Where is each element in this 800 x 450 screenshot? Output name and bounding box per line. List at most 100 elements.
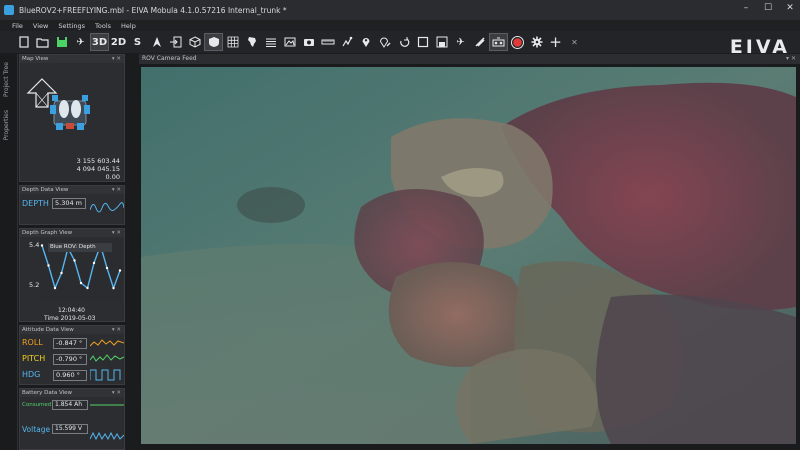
cube-icon <box>189 36 200 48</box>
menu-bar: File View Settings Tools Help <box>0 20 800 31</box>
edit-waypoint-button[interactable] <box>375 33 394 51</box>
height-value: 0.00 <box>105 173 120 181</box>
maximize-button[interactable]: ☐ <box>762 3 774 13</box>
close-window-button[interactable]: ✕ <box>784 3 796 13</box>
rov-model-icon[interactable] <box>48 93 92 135</box>
menu-file[interactable]: File <box>12 22 23 30</box>
panel-header: Attitude Data View ▾ ✕ <box>20 326 124 334</box>
title-bar: BlueROV2+FREEFLYING.mbl - EIVA Mobula 4.… <box>0 0 800 20</box>
attitude-sparklines <box>90 339 124 381</box>
graph-date-label: Time 2019-05-03 <box>44 315 96 322</box>
depth-data-point <box>79 281 83 285</box>
square-icon <box>417 36 428 48</box>
roll-label: ROLL <box>22 338 43 347</box>
pin-icon[interactable]: ▾ ✕ <box>112 186 121 194</box>
y-axis-top-label: 5.4 <box>29 241 40 249</box>
depth-data-point <box>92 261 96 265</box>
menu-help[interactable]: Help <box>121 22 136 30</box>
camera-feed-video[interactable] <box>141 67 796 444</box>
new-icon <box>18 36 29 48</box>
panel-header: Depth Data View ▾ ✕ <box>20 186 124 194</box>
flight-button[interactable]: ✈ <box>451 33 470 51</box>
menu-tools[interactable]: Tools <box>95 22 111 30</box>
rov-button[interactable] <box>489 33 508 51</box>
voltage-value: 15.599 V <box>52 424 88 434</box>
new-project-button[interactable] <box>14 33 33 51</box>
grid-icon <box>227 36 238 48</box>
camera-icon <box>303 39 314 46</box>
store-button[interactable] <box>432 33 451 51</box>
record-icon <box>511 35 524 49</box>
drone-icon <box>474 37 485 47</box>
import-button[interactable] <box>166 33 185 51</box>
gear-icon <box>531 36 542 48</box>
view-s-button[interactable]: S <box>128 33 147 51</box>
image-icon <box>284 37 295 47</box>
menu-view[interactable]: View <box>33 22 48 30</box>
pin-icon[interactable]: ▾ ✕ <box>786 54 796 64</box>
open-button[interactable] <box>33 33 52 51</box>
panel-title: ROV Camera Feed <box>142 55 197 62</box>
panel-title: Depth Graph View <box>22 230 73 236</box>
frame-button[interactable] <box>413 33 432 51</box>
panel-title: Attitude Data View <box>22 327 74 333</box>
camera-feed-panel: ROV Camera Feed ▾ ✕ <box>139 54 800 450</box>
panel-title: Depth Data View <box>22 187 69 193</box>
location-pin-icon <box>362 38 369 47</box>
drone-button[interactable] <box>470 33 489 51</box>
pin-icon[interactable]: ▾ ✕ <box>112 389 121 397</box>
add-waypoint-button[interactable] <box>356 33 375 51</box>
open-folder-icon <box>36 38 49 48</box>
attitude-data-panel: Attitude Data View ▾ ✕ ROLL -0.847 ° PIT… <box>19 325 125 385</box>
depth-value: 5.304 m <box>52 198 86 209</box>
battery-sparklines <box>90 404 124 441</box>
battery-data-panel: Battery Data View ▾ ✕ Consumed 1.854 Ah … <box>19 388 125 450</box>
pin-icon[interactable]: ▾ ✕ <box>112 229 121 237</box>
settings-plane-button[interactable]: ✈ <box>71 33 90 51</box>
underwater-scene-image <box>141 67 796 444</box>
record-button[interactable] <box>508 33 527 51</box>
add-button[interactable]: + <box>546 33 565 51</box>
pin-icon[interactable]: ▾ ✕ <box>112 55 121 63</box>
depth-graph-legend: Blue ROV: Depth <box>48 243 112 252</box>
graph-time-label: 12:04:40 <box>58 307 85 314</box>
menu-settings[interactable]: Settings <box>58 22 85 30</box>
panel-header: Map View ▾ ✕ <box>20 55 124 63</box>
layers-button[interactable] <box>204 33 223 51</box>
map-view-panel: Map View ▾ ✕ 3 155 603.44 4 094 045.15 0… <box>19 54 125 182</box>
cube-button[interactable] <box>185 33 204 51</box>
heading-value: 0.960 ° <box>53 370 87 381</box>
pitch-label: PITCH <box>22 354 46 363</box>
snapshot-button[interactable] <box>299 33 318 51</box>
map-region-button[interactable] <box>242 33 261 51</box>
shield-layers-icon <box>208 37 219 47</box>
image-button[interactable] <box>280 33 299 51</box>
easting-value: 3 155 603.44 <box>76 157 120 165</box>
north-arrow-button[interactable] <box>147 33 166 51</box>
depth-data-point <box>112 286 115 290</box>
y-axis-bottom-label: 5.2 <box>29 281 40 289</box>
depth-data-point <box>40 244 44 247</box>
save-icon <box>56 37 67 47</box>
app-icon <box>4 5 14 15</box>
northing-value: 4 094 045.15 <box>76 165 120 173</box>
lines-button[interactable] <box>261 33 280 51</box>
panel-header: Battery Data View ▾ ✕ <box>20 389 124 397</box>
grid-button[interactable] <box>223 33 242 51</box>
minimize-button[interactable]: – <box>740 3 752 13</box>
view-2d-button[interactable]: 2D <box>109 33 128 51</box>
settings-button[interactable] <box>527 33 546 51</box>
pin-icon[interactable]: ▾ ✕ <box>112 326 121 334</box>
undo-button[interactable] <box>394 33 413 51</box>
window-controls: – ☐ ✕ <box>740 3 796 13</box>
heading-label: HDG <box>22 370 41 379</box>
track-button[interactable] <box>337 33 356 51</box>
toolbar: ✈ 3D 2D S ✈ + ✕ <box>0 31 800 53</box>
close-toolbar-button[interactable]: ✕ <box>565 33 584 51</box>
view-3d-button[interactable]: 3D <box>90 33 109 51</box>
measure-button[interactable] <box>318 33 337 51</box>
tab-properties[interactable]: Properties <box>3 110 10 140</box>
tab-project-tree[interactable]: Project Tree <box>3 62 10 97</box>
save-button[interactable] <box>52 33 71 51</box>
window-title: BlueROV2+FREEFLYING.mbl - EIVA Mobula 4.… <box>19 5 287 15</box>
